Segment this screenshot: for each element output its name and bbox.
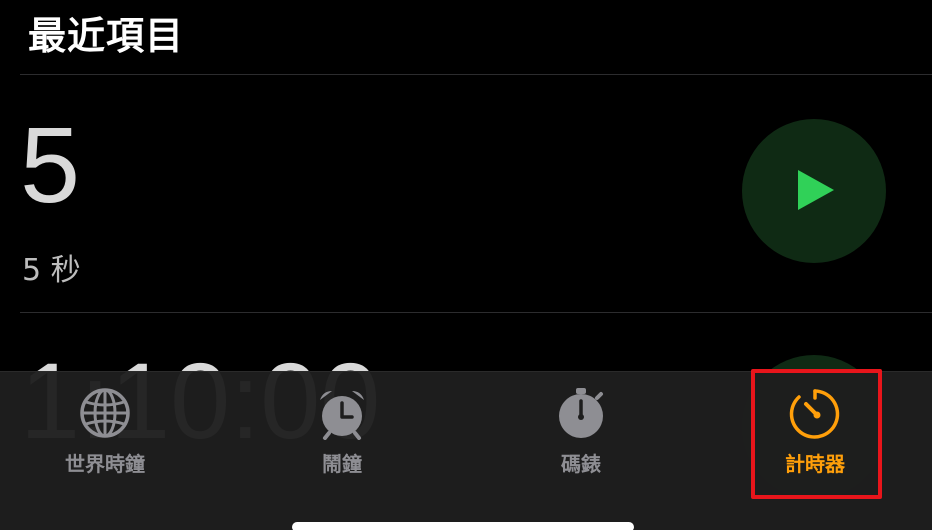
tab-label: 鬧鐘 [322,452,362,476]
alarm-clock-icon [320,391,364,440]
tab-stopwatch[interactable]: 碼錶 [506,372,656,492]
recents-title: 最近項目 [28,14,185,58]
tab-label: 世界時鐘 [65,452,145,476]
tab-world-clock[interactable]: 世界時鐘 [30,372,180,492]
home-indicator[interactable] [292,522,634,530]
recent-timer-row[interactable]: 5 5 秒 [0,75,932,312]
tab-timer[interactable]: 計時器 [740,372,890,492]
play-icon [798,170,834,210]
start-timer-button[interactable] [742,119,886,263]
tab-label: 碼錶 [561,452,601,476]
stopwatch-icon [559,388,603,438]
tab-bar: 世界時鐘 鬧鐘 碼錶 計時器 [0,371,932,530]
timer-icon [789,389,840,439]
tab-label: 計時器 [785,452,845,476]
globe-icon [80,388,130,438]
tab-alarm[interactable]: 鬧鐘 [267,372,417,492]
timer-label: 5 秒 [22,253,81,288]
timer-app-screen: 最近項目 5 5 秒 1:10:00 世界時鐘 [0,0,932,530]
timer-duration: 5 [20,104,81,225]
